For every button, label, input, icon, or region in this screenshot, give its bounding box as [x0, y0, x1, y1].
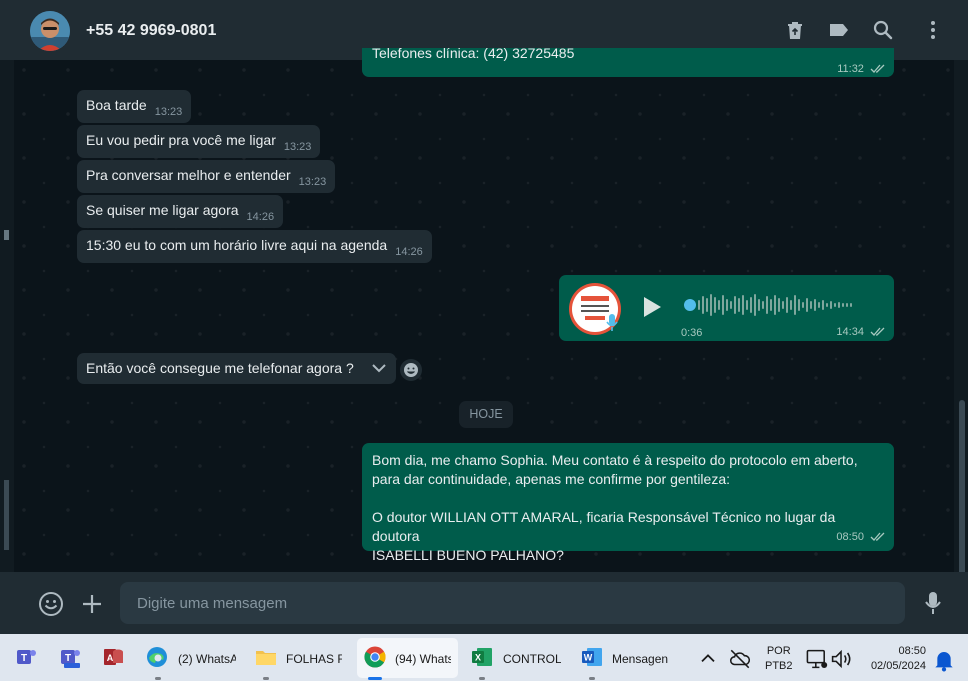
message-text: Então você consegue me telefonar agora ? — [86, 360, 354, 376]
access-icon[interactable]: A — [101, 645, 125, 669]
trash-icon[interactable] — [783, 18, 807, 42]
running-indicator — [155, 677, 161, 680]
running-indicator — [589, 677, 595, 680]
svg-text:X: X — [475, 653, 481, 663]
read-checks-icon — [870, 64, 885, 74]
svg-text:A: A — [107, 653, 114, 663]
message-time: 13:23 — [154, 106, 183, 118]
composer-bar: Digite uma mensagem — [0, 572, 968, 634]
incoming-message[interactable]: Boa tarde 13:23 — [77, 90, 192, 123]
clock[interactable]: 08:50 02/05/2024 — [858, 644, 926, 674]
contact-name[interactable]: +55 42 9969-0801 — [86, 22, 216, 40]
outgoing-message[interactable]: Bom dia, me chamo Sophia. Meu contato é … — [362, 443, 894, 563]
message-time: 14:26 — [246, 211, 275, 223]
message-text-line: O doutor WILLIAN OTT AMARAL, ficaria Res… — [372, 509, 836, 544]
svg-text:T: T — [21, 653, 27, 664]
message-text: Eu vou pedir pra você me ligar — [86, 132, 276, 148]
language-indicator[interactable]: POR PTB2 — [765, 644, 793, 674]
svg-text:W: W — [584, 653, 593, 663]
right-panel-edge — [954, 60, 968, 620]
folder-icon[interactable] — [254, 645, 278, 669]
left-scrollbar-marker — [4, 230, 9, 240]
word-icon[interactable]: W — [580, 645, 604, 669]
left-panel-edge — [0, 60, 14, 572]
microphone-icon — [606, 314, 618, 331]
read-checks-icon — [870, 327, 885, 337]
taskbar-app-label[interactable]: FOLHAS R( — [286, 652, 342, 666]
more-icon[interactable] — [921, 18, 945, 42]
clock-time: 08:50 — [898, 645, 926, 657]
active-indicator — [368, 677, 382, 680]
outgoing-voice-message[interactable]: 0:36 14:34 — [559, 275, 894, 341]
clock-date: 02/05/2024 — [870, 660, 926, 672]
label-icon[interactable] — [827, 18, 851, 42]
play-icon[interactable] — [641, 295, 663, 319]
voice-duration: 0:36 — [681, 327, 703, 339]
taskbar-app-label[interactable]: CONTROLI — [503, 652, 561, 666]
language-code: POR — [766, 645, 791, 657]
date-separator: HOJE — [459, 401, 513, 428]
message-text: Pra conversar melhor e entender — [86, 167, 291, 183]
running-indicator — [263, 677, 269, 680]
chevron-down-icon[interactable] — [372, 363, 386, 373]
contact-avatar[interactable] — [30, 11, 70, 51]
incoming-message[interactable]: Pra conversar melhor e entender 13:23 — [77, 160, 336, 193]
chrome-icon[interactable] — [363, 645, 387, 669]
taskbar-app-label[interactable]: (94) Whats — [395, 652, 451, 666]
message-input-placeholder: Digite uma mensagem — [137, 595, 288, 612]
message-text-line: para dar continuidade, apenas me confirm… — [372, 471, 730, 487]
running-indicator — [479, 677, 485, 680]
react-button[interactable] — [400, 359, 422, 381]
windows-taskbar: T T A (2) WhatsA FOLHAS R( (94) Whats — [0, 634, 968, 681]
message-time: 08:50 — [836, 531, 864, 543]
voice-waveform[interactable] — [684, 292, 874, 318]
svg-text:T: T — [65, 653, 71, 664]
volume-icon[interactable] — [829, 647, 853, 671]
attach-plus-icon[interactable] — [80, 592, 104, 616]
message-text-line: ISABELLI BUENO PALHANO? — [372, 547, 564, 563]
taskbar-app-label[interactable]: (2) WhatsA — [178, 652, 236, 666]
incoming-message[interactable]: Eu vou pedir pra você me ligar 13:23 — [77, 125, 321, 158]
keyboard-layout: PTB2 — [765, 660, 793, 672]
incoming-message[interactable]: Então você consegue me telefonar agora ? — [77, 353, 396, 384]
teams-icon[interactable]: T — [14, 645, 38, 669]
chevron-up-icon[interactable] — [696, 647, 720, 671]
message-text: 15:30 eu to com um horário livre aqui na… — [86, 237, 388, 253]
message-time: 13:23 — [283, 141, 312, 153]
emoji-icon[interactable] — [38, 591, 64, 617]
read-checks-icon — [870, 532, 885, 542]
left-scrollbar-thumb[interactable] — [4, 480, 9, 550]
search-icon[interactable] — [871, 18, 895, 42]
excel-icon[interactable]: X — [470, 645, 494, 669]
message-time: 13:23 — [298, 176, 327, 188]
network-icon[interactable] — [805, 647, 829, 671]
incoming-message[interactable]: Se quiser me ligar agora 14:26 — [77, 195, 284, 228]
taskbar-app-label[interactable]: Mensagen — [612, 652, 672, 666]
cloud-offline-icon[interactable] — [728, 647, 752, 671]
message-time: 14:34 — [836, 326, 864, 338]
message-input[interactable]: Digite uma mensagem — [120, 582, 905, 624]
message-text: Telefones clínica: (42) 32725485 — [372, 48, 575, 61]
microphone-icon[interactable] — [922, 590, 944, 616]
teams-new-icon[interactable]: T — [58, 645, 82, 669]
emoji-react-icon — [404, 363, 418, 377]
outgoing-message-previous[interactable]: Telefones clínica: (42) 32725485 11:32 — [362, 48, 894, 77]
edge-icon[interactable] — [145, 645, 169, 669]
message-text-line: Bom dia, me chamo Sophia. Meu contato é … — [372, 452, 858, 468]
message-time: 14:26 — [395, 246, 423, 258]
incoming-message[interactable]: 15:30 eu to com um horário livre aqui na… — [77, 230, 432, 263]
notification-bell-icon[interactable] — [932, 648, 956, 672]
message-text: Boa tarde — [86, 97, 147, 113]
message-time: 11:32 — [837, 63, 864, 75]
message-text: Se quiser me ligar agora — [86, 202, 239, 218]
